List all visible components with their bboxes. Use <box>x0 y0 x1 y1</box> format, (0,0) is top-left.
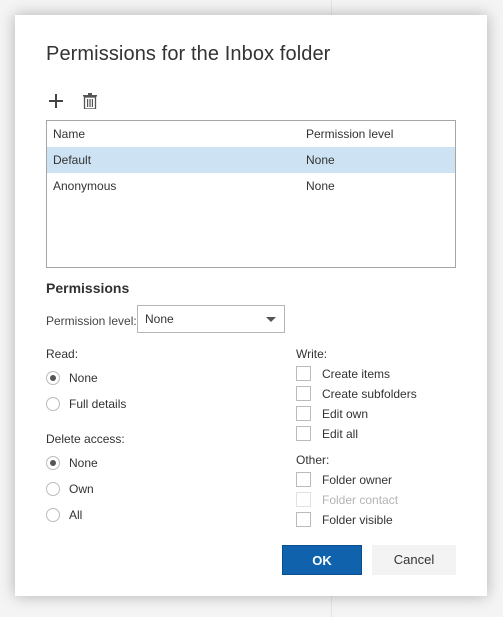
radio-dot <box>50 375 56 381</box>
grid-row[interactable]: Anonymous None <box>47 173 455 199</box>
delete-own-radio[interactable]: Own <box>46 482 94 496</box>
radio-label: Full details <box>69 397 127 411</box>
checkbox-label: Folder visible <box>322 512 393 527</box>
permissions-grid: Name Permission level Default None Anony… <box>46 120 456 268</box>
chevron-down-icon <box>266 317 276 322</box>
radio-button[interactable] <box>46 456 60 470</box>
cancel-button[interactable]: Cancel <box>372 545 456 575</box>
checkbox[interactable] <box>296 512 311 527</box>
checkbox[interactable] <box>296 406 311 421</box>
permissions-dialog: Permissions for the Inbox folder Name Pe… <box>15 15 487 596</box>
checkbox[interactable] <box>296 366 311 381</box>
radio-button[interactable] <box>46 482 60 496</box>
read-label: Read: <box>46 347 79 361</box>
radio-label: None <box>69 456 98 470</box>
radio-label: Own <box>69 482 94 496</box>
column-header-name[interactable]: Name <box>53 121 85 147</box>
write-label: Write: <box>296 347 328 361</box>
radio-dot <box>50 460 56 466</box>
ok-button[interactable]: OK <box>282 545 362 575</box>
row-name: Default <box>53 153 92 167</box>
checkbox-label: Folder contact <box>322 492 399 507</box>
delete-none-radio[interactable]: None <box>46 456 98 470</box>
folder-owner-checkbox[interactable]: Folder owner <box>296 472 392 487</box>
radio-button[interactable] <box>46 508 60 522</box>
row-permission-level: None <box>306 153 335 167</box>
toolbar <box>46 91 100 111</box>
add-permission-button[interactable] <box>46 91 66 111</box>
radio-button[interactable] <box>46 397 60 411</box>
create-items-checkbox[interactable]: Create items <box>296 366 390 381</box>
radio-label: All <box>69 508 83 522</box>
row-permission-level: None <box>306 179 335 193</box>
grid-header: Name Permission level <box>47 121 455 147</box>
edit-all-checkbox[interactable]: Edit all <box>296 426 358 441</box>
permissions-heading: Permissions <box>46 280 130 296</box>
other-label: Other: <box>296 453 330 467</box>
folder-contact-checkbox: Folder contact <box>296 492 398 507</box>
row-name: Anonymous <box>53 179 117 193</box>
radio-button[interactable] <box>46 371 60 385</box>
checkbox-label: Create subfolders <box>322 386 417 401</box>
plus-icon <box>49 94 63 108</box>
checkbox-label: Edit own <box>322 406 369 421</box>
checkbox[interactable] <box>296 426 311 441</box>
delete-permission-button[interactable] <box>80 91 100 111</box>
checkbox[interactable] <box>296 386 311 401</box>
read-full-details-radio[interactable]: Full details <box>46 397 126 411</box>
checkbox-label: Create items <box>322 366 391 381</box>
permission-level-dropdown[interactable]: None <box>137 305 285 333</box>
checkbox-label: Folder owner <box>322 472 393 487</box>
delete-access-label: Delete access: <box>46 432 125 446</box>
edit-own-checkbox[interactable]: Edit own <box>296 406 368 421</box>
permission-level-label: Permission level: <box>46 314 137 328</box>
checkbox-label: Edit all <box>322 426 359 441</box>
radio-label: None <box>69 371 98 385</box>
checkbox <box>296 492 311 507</box>
column-header-permission-level[interactable]: Permission level <box>306 121 393 147</box>
folder-visible-checkbox[interactable]: Folder visible <box>296 512 393 527</box>
read-none-radio[interactable]: None <box>46 371 98 385</box>
trash-icon <box>83 93 97 109</box>
checkbox[interactable] <box>296 472 311 487</box>
permission-level-value: None <box>145 312 174 326</box>
grid-row[interactable]: Default None <box>47 147 455 173</box>
dialog-title: Permissions for the Inbox folder <box>46 43 331 65</box>
delete-all-radio[interactable]: All <box>46 508 82 522</box>
create-subfolders-checkbox[interactable]: Create subfolders <box>296 386 417 401</box>
